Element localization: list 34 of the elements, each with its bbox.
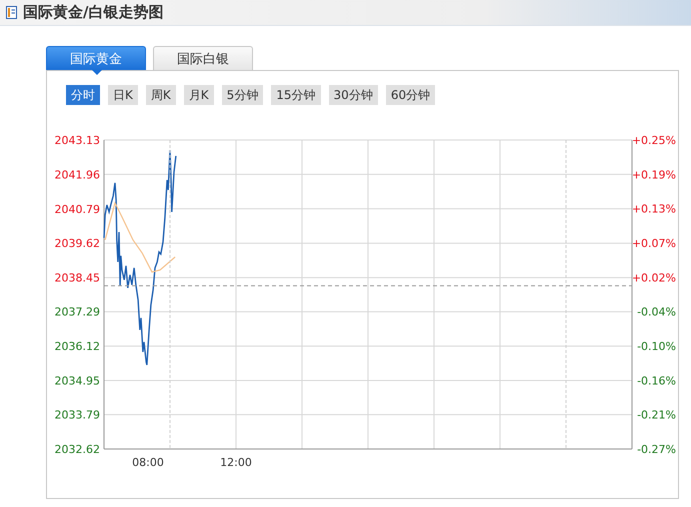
price-label: 2036.12 [54, 340, 100, 354]
percent-label: -0.10% [637, 340, 676, 353]
period-button[interactable]: 分时 [66, 85, 100, 105]
percent-label: -0.04% [637, 306, 676, 319]
percent-label: +0.19% [632, 168, 676, 182]
period-button[interactable]: 日K [108, 85, 138, 105]
book-icon [6, 6, 17, 19]
price-label: 2034.95 [54, 374, 100, 388]
percent-label: +0.02% [632, 271, 676, 284]
price-label: 2040.79 [54, 202, 100, 216]
price-label: 2032.62 [54, 443, 100, 456]
market-tab[interactable]: 国际白银 [153, 46, 253, 70]
time-label: 12:00 [220, 456, 252, 469]
percent-label: +0.07% [632, 237, 676, 250]
time-label: 08:00 [132, 456, 164, 469]
price-label: 2037.29 [54, 306, 100, 319]
period-button[interactable]: 30分钟 [328, 85, 378, 105]
price-label: 2039.62 [54, 237, 100, 250]
percent-label: -0.27% [637, 443, 676, 456]
percent-label: -0.16% [637, 374, 676, 388]
page-title: 国际黄金/白银走势图 [23, 3, 164, 22]
price-label: 2041.96 [54, 168, 100, 182]
percent-label: -0.21% [637, 408, 676, 422]
price-label: 2033.79 [54, 408, 100, 422]
tab-pointer-icon [92, 70, 102, 75]
period-button[interactable]: 5分钟 [222, 85, 264, 105]
price-label: 2038.45 [54, 272, 100, 285]
period-button[interactable]: 月K [184, 85, 214, 105]
percent-label: +0.25% [632, 134, 676, 147]
period-button[interactable]: 60分钟 [386, 85, 436, 105]
period-button[interactable]: 15分钟 [271, 85, 321, 105]
price-label: 2043.13 [54, 134, 100, 147]
percent-label: +0.13% [632, 202, 676, 216]
period-button[interactable]: 周K [146, 85, 176, 105]
